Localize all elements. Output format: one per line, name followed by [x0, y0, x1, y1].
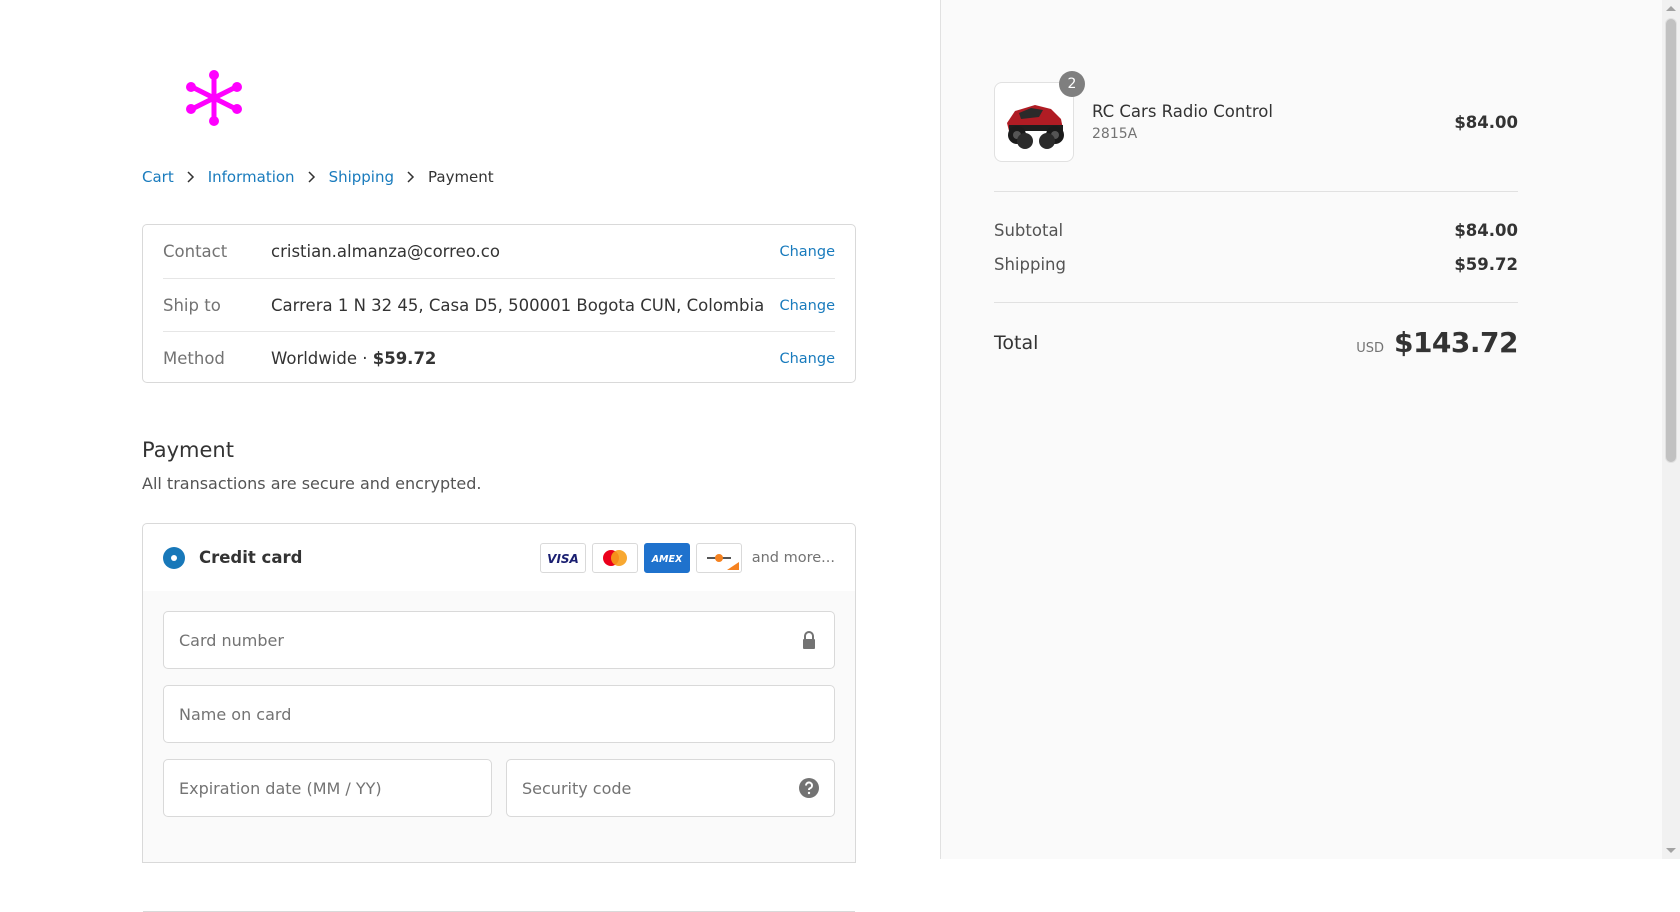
ship-to-value: Carrera 1 N 32 45, Casa D5, 500001 Bogot… [271, 296, 765, 315]
shipping-label: Shipping [994, 255, 1066, 274]
discover-icon [695, 542, 742, 573]
name-on-card-field[interactable] [163, 685, 835, 743]
security-code-input[interactable] [507, 760, 799, 816]
breadcrumb-cart[interactable]: Cart [142, 168, 174, 186]
and-more-text: and more... [751, 549, 835, 566]
visa-icon: VISA [539, 542, 586, 573]
svg-text:VISA: VISA [547, 552, 579, 565]
method-value: Worldwide · $59.72 [271, 349, 779, 368]
card-number-field[interactable] [163, 611, 835, 669]
method-name: Worldwide · [271, 349, 373, 368]
subtotal-label: Subtotal [994, 221, 1064, 240]
breadcrumb-payment: Payment [428, 168, 494, 186]
breadcrumb: Cart Information Shipping Payment [142, 168, 494, 186]
total-label: Total [994, 331, 1039, 354]
svg-text:AMEX: AMEX [650, 554, 682, 565]
credit-card-radio[interactable] [163, 546, 185, 569]
expiration-field[interactable] [163, 759, 492, 817]
payment-subtitle: All transactions are secure and encrypte… [142, 474, 482, 493]
subtotal-value: $84.00 [1454, 221, 1518, 240]
method-label: Method [163, 349, 225, 368]
chevron-right-icon [187, 171, 194, 183]
review-ship-row: Ship to Carrera 1 N 32 45, Casa D5, 5000… [163, 278, 835, 332]
checkout-main: Cart Information Shipping Payment Contac… [0, 0, 940, 912]
scroll-up-arrow[interactable] [1666, 6, 1676, 11]
change-method-link[interactable]: Change [779, 351, 835, 367]
scroll-down-arrow[interactable] [1666, 848, 1676, 853]
breadcrumb-information[interactable]: Information [208, 168, 295, 186]
question-icon[interactable] [799, 778, 819, 798]
product-name: RC Cars Radio Control [1092, 102, 1273, 121]
mastercard-icon [591, 542, 638, 573]
scrollbar-thumb[interactable] [1665, 18, 1677, 463]
credit-card-label: Credit card [199, 548, 303, 567]
method-price: $59.72 [372, 349, 437, 368]
card-fields [143, 591, 855, 912]
review-method-row: Method Worldwide · $59.72 Change [163, 331, 835, 385]
currency-code: USD [1356, 341, 1384, 356]
expiration-input[interactable] [164, 760, 456, 816]
payment-heading: Payment [142, 438, 234, 462]
product-thumbnail [994, 82, 1074, 162]
shipping-value: $59.72 [1454, 255, 1518, 274]
order-line-item: 2 RC Cars Radio Control 2815A $84.00 [994, 71, 1518, 164]
payment-method-box: Credit card VISA AMEX and more... [142, 523, 856, 912]
total-row: Total USD $143.72 [994, 326, 1519, 359]
review-contact-row: Contact cristian.almanza@correo.co Chang… [163, 225, 835, 278]
scrollbar[interactable] [1662, 0, 1680, 859]
card-brands: VISA AMEX and more... [539, 542, 835, 573]
quantity-badge: 2 [1059, 71, 1085, 97]
contact-value: cristian.almanza@correo.co [271, 242, 500, 261]
lock-icon [803, 631, 815, 649]
total-amount-group: USD $143.72 [1356, 326, 1518, 359]
review-block: Contact cristian.almanza@correo.co Chang… [142, 224, 856, 383]
amex-icon: AMEX [643, 542, 690, 573]
chevron-right-icon [407, 171, 415, 183]
security-code-field[interactable] [506, 759, 835, 817]
product-variant: 2815A [1092, 126, 1138, 142]
card-number-input[interactable] [164, 612, 730, 668]
store-logo[interactable] [186, 68, 242, 128]
name-on-card-input[interactable] [164, 686, 730, 742]
change-address-link[interactable]: Change [779, 298, 835, 314]
chevron-right-icon [308, 171, 315, 183]
summary-divider [994, 191, 1518, 192]
change-contact-link[interactable]: Change [779, 244, 835, 260]
ship-to-label: Ship to [163, 296, 221, 315]
subtotal-row: Subtotal $84.00 [994, 221, 1518, 240]
contact-label: Contact [163, 242, 228, 261]
summary-divider [994, 302, 1518, 303]
product-price: $84.00 [1454, 113, 1518, 132]
shipping-row: Shipping $59.72 [994, 255, 1518, 274]
rc-car-image [1007, 105, 1064, 149]
breadcrumb-shipping[interactable]: Shipping [329, 168, 394, 186]
credit-card-option[interactable]: Credit card VISA AMEX and more... [143, 524, 855, 592]
total-value: $143.72 [1393, 326, 1519, 359]
